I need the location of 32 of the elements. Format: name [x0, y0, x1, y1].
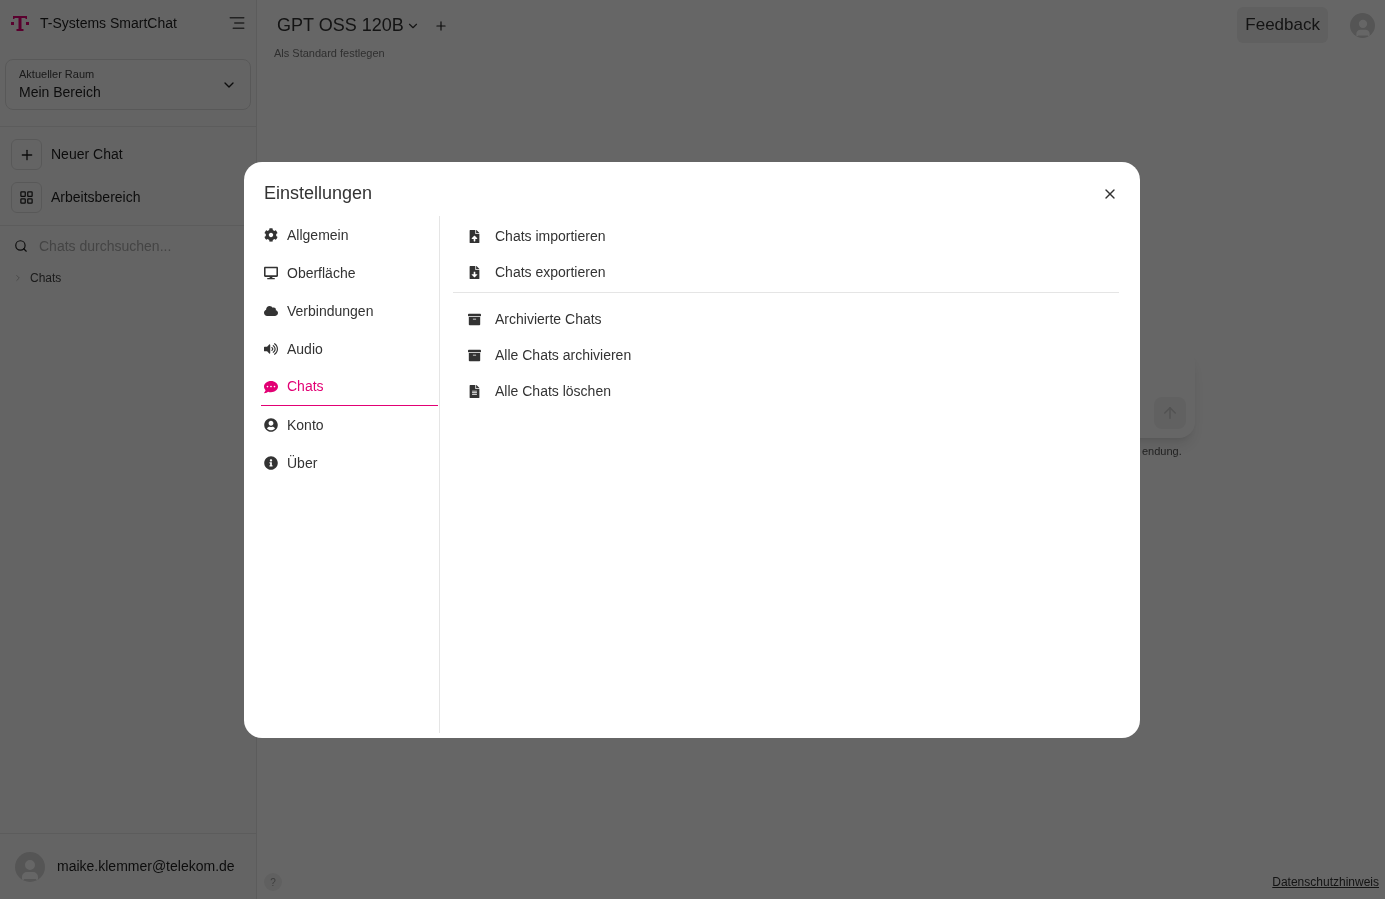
settings-tab[interactable]: Audio: [261, 330, 438, 368]
file-icon: [468, 384, 481, 398]
search-icon: [14, 239, 28, 253]
monitor-icon: [264, 266, 278, 280]
info-icon: [264, 456, 278, 470]
user-icon: [264, 418, 278, 432]
file-upload-icon: [468, 229, 481, 243]
dialog-title: Einstellungen: [264, 182, 373, 205]
archive-box-icon: [468, 312, 481, 326]
settings-action[interactable]: Alle Chats archivieren: [453, 337, 1119, 373]
settings-tab[interactable]: Über: [261, 444, 438, 482]
speaker-icon: [264, 342, 278, 356]
chat-bubble-icon: [264, 379, 278, 394]
settings-tab[interactable]: Verbindungen: [261, 292, 438, 330]
archive-box-icon: [468, 348, 481, 362]
settings-tab[interactable]: Allgemein: [261, 216, 438, 254]
cloud-icon: [264, 304, 278, 318]
file-download-icon: [468, 265, 481, 279]
settings-action[interactable]: Alle Chats löschen: [453, 373, 1119, 409]
plus-icon[interactable]: [433, 18, 448, 33]
settings-action[interactable]: Chats exportieren: [453, 254, 1119, 290]
settings-action[interactable]: Archivierte Chats: [453, 301, 1119, 337]
logo-icon: [10, 13, 30, 33]
grid-icon: [19, 190, 34, 205]
settings-tab[interactable]: Konto: [261, 406, 438, 444]
settings-tab[interactable]: Chats: [261, 368, 438, 406]
gear-icon: [264, 228, 278, 242]
disclaimer-text: endung.: [1142, 444, 1182, 459]
settings-action[interactable]: Chats importieren: [453, 218, 1119, 254]
settings-tab[interactable]: Oberfläche: [261, 254, 438, 292]
menu-icon[interactable]: [228, 14, 246, 32]
app-title: T-Systems SmartChat: [40, 13, 178, 33]
